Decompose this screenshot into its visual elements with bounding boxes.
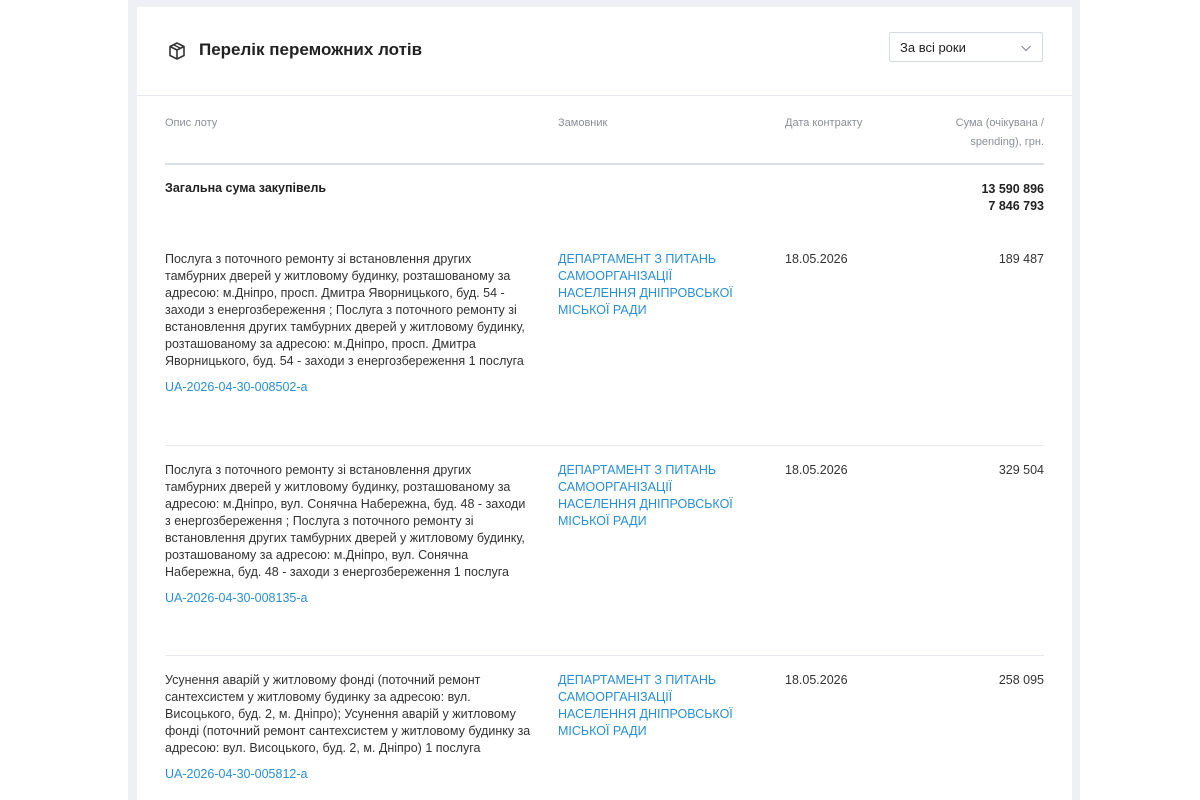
- lot-id-link[interactable]: UA-2026-04-30-008135-a: [165, 590, 531, 607]
- lot-description: Послуга з поточного ремонту зі встановле…: [165, 462, 531, 607]
- table-header: Опис лоту Замовник Дата контракту Сума (…: [165, 96, 1044, 165]
- column-header-sum: Сума (очікувана / spending), грн.: [955, 117, 1044, 148]
- year-filter-select[interactable]: За всі роки: [889, 32, 1043, 62]
- table-row: Послуга з поточного ремонту зі встановле…: [165, 446, 1044, 656]
- year-filter-value: За всі роки: [900, 40, 966, 55]
- lot-description-text: Послуга з поточного ремонту зі встановле…: [165, 252, 525, 368]
- lot-description-text: Послуга з поточного ремонту зі встановле…: [165, 463, 526, 579]
- total-spending: 7 846 793: [988, 199, 1044, 213]
- total-label: Загальна сума закупівель: [165, 181, 327, 195]
- winning-lots-card: Перелік переможних лотів За всі роки Опи…: [137, 7, 1072, 800]
- lot-id-link[interactable]: UA-2026-04-30-005812-a: [165, 766, 531, 783]
- lot-description: Усунення аварій у житловому фонді (поточ…: [165, 672, 531, 783]
- contract-date: 18.05.2026: [785, 252, 848, 266]
- column-header-date: Дата контракту: [785, 117, 863, 129]
- customer-link[interactable]: ДЕПАРТАМЕНТ З ПИТАНЬ САМООРГАНІЗАЦІЇ НАС…: [558, 251, 748, 319]
- lots-table: Опис лоту Замовник Дата контракту Сума (…: [165, 96, 1044, 800]
- lot-description: Послуга з поточного ремонту зі встановле…: [165, 251, 531, 396]
- total-expected: 13 590 896: [981, 182, 1044, 196]
- card-header: Перелік переможних лотів За всі роки: [137, 7, 1072, 96]
- table-row: Усунення аварій у житловому фонді (поточ…: [165, 656, 1044, 800]
- box-icon: [167, 41, 187, 61]
- total-row: Загальна сума закупівель 13 590 896 7 84…: [165, 165, 1044, 251]
- lot-description-text: Усунення аварій у житловому фонді (поточ…: [165, 673, 531, 755]
- customer-link[interactable]: ДЕПАРТАМЕНТ З ПИТАНЬ САМООРГАНІЗАЦІЇ НАС…: [558, 672, 748, 740]
- lot-sum: 189 487: [998, 252, 1044, 266]
- card-title: Перелік переможних лотів: [199, 40, 423, 59]
- total-values: 13 590 896 7 846 793: [981, 181, 1044, 215]
- column-header-description: Опис лоту: [165, 117, 218, 129]
- chevron-down-icon: [1020, 41, 1032, 53]
- table-row: Послуга з поточного ремонту зі встановле…: [165, 251, 1044, 446]
- lot-sum: 258 095: [998, 673, 1044, 687]
- customer-link[interactable]: ДЕПАРТАМЕНТ З ПИТАНЬ САМООРГАНІЗАЦІЇ НАС…: [558, 462, 748, 530]
- lot-sum: 329 504: [998, 463, 1044, 477]
- column-header-customer: Замовник: [558, 117, 608, 129]
- contract-date: 18.05.2026: [785, 673, 848, 687]
- contract-date: 18.05.2026: [785, 463, 848, 477]
- lot-id-link[interactable]: UA-2026-04-30-008502-a: [165, 379, 531, 396]
